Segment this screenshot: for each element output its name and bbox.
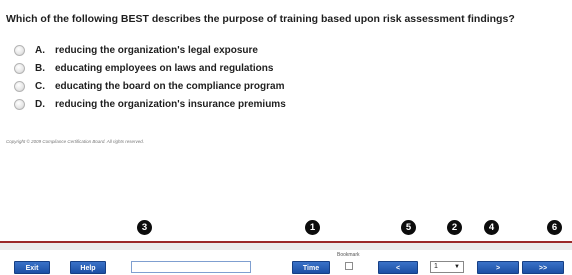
time-button[interactable]: Time: [292, 261, 330, 274]
option-c[interactable]: C. educating the board on the compliance…: [14, 79, 414, 93]
radio-button-b[interactable]: [14, 62, 25, 74]
callout-marker-2: 2: [447, 220, 462, 235]
option-d-letter: D.: [35, 98, 45, 110]
callout-marker-5: 5: [401, 220, 416, 235]
callout-marker-6: 6: [547, 220, 562, 235]
callout-marker-4: 4: [484, 220, 499, 235]
option-c-label: educating the board on the compliance pr…: [55, 80, 285, 92]
bookmark-label: Bookmark: [337, 252, 360, 258]
bookmark-checkbox[interactable]: [345, 262, 353, 270]
help-button[interactable]: Help: [70, 261, 106, 274]
callout-marker-1: 1: [305, 220, 320, 235]
search-input[interactable]: [131, 261, 251, 273]
option-d[interactable]: D. reducing the organization's insurance…: [14, 97, 414, 111]
option-d-label: reducing the organization's insurance pr…: [55, 98, 286, 110]
option-a-label: reducing the organization's legal exposu…: [55, 44, 258, 56]
previous-button[interactable]: <: [378, 261, 418, 274]
next-button[interactable]: >: [477, 261, 519, 274]
callout-marker-3: 3: [137, 220, 152, 235]
last-button[interactable]: >>: [522, 261, 564, 274]
copyright-notice: Copyright © 2009 Compliance Certificatio…: [6, 139, 144, 144]
option-a-letter: A.: [35, 44, 45, 56]
radio-button-d[interactable]: [14, 98, 25, 110]
page-select[interactable]: 1 ▼: [430, 261, 464, 273]
toolbar-background: [0, 243, 572, 250]
option-b[interactable]: B. educating employees on laws and regul…: [14, 61, 414, 75]
option-b-label: educating employees on laws and regulati…: [55, 62, 274, 74]
chevron-down-icon: ▼: [454, 264, 460, 270]
option-c-letter: C.: [35, 80, 45, 92]
exit-button[interactable]: Exit: [14, 261, 50, 274]
page-select-value: 1: [434, 263, 438, 270]
radio-button-a[interactable]: [14, 44, 25, 56]
question-text: Which of the following BEST describes th…: [6, 13, 515, 25]
radio-button-c[interactable]: [14, 80, 25, 92]
option-a[interactable]: A. reducing the organization's legal exp…: [14, 43, 414, 57]
option-b-letter: B.: [35, 62, 45, 74]
